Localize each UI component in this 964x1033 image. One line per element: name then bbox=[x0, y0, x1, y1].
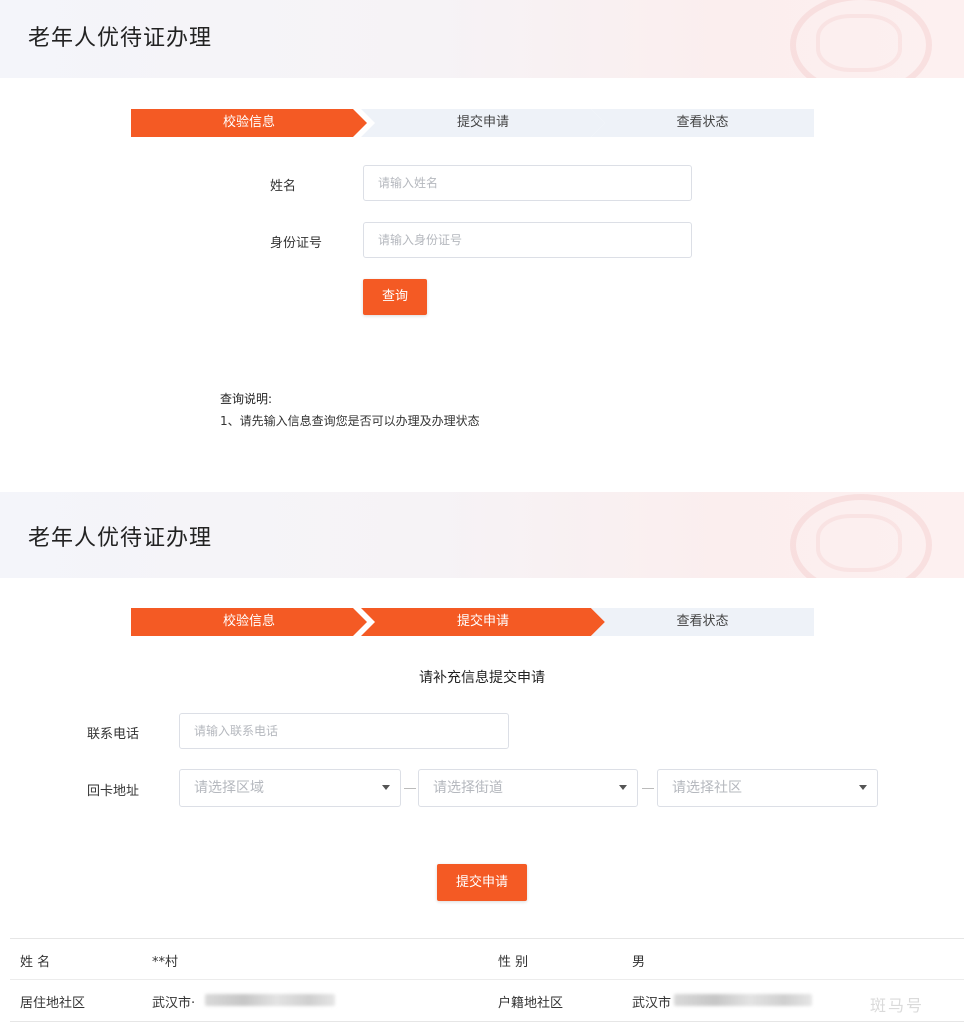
step-status: 查看状态 bbox=[591, 109, 814, 137]
page-banner: 老年人优待证办理 bbox=[0, 0, 964, 78]
id-number-label: 身份证号 bbox=[270, 236, 323, 251]
separator bbox=[404, 788, 416, 789]
street-select[interactable]: 请选择街道 bbox=[418, 769, 638, 807]
area-select-placeholder: 请选择区域 bbox=[194, 780, 264, 796]
id-number-input[interactable]: 请输入身份证号 bbox=[363, 222, 692, 258]
table-row: 姓 名 **村 性 别 男 bbox=[10, 939, 964, 980]
area-select[interactable]: 请选择区域 bbox=[179, 769, 401, 807]
redacted-blur bbox=[205, 994, 335, 1006]
household-header: 户籍地社区 bbox=[498, 996, 564, 1011]
verify-panel: 老年人优待证办理 校验信息 提交申请 查看状态 姓名 请输入姓名 身份证号 请输… bbox=[0, 0, 964, 480]
phone-input[interactable]: 请输入联系电话 bbox=[179, 713, 509, 749]
community-select-placeholder: 请选择社区 bbox=[672, 780, 742, 796]
step-bar: 校验信息 提交申请 查看状态 bbox=[131, 608, 814, 636]
gender-value: 男 bbox=[632, 955, 646, 970]
name-input[interactable]: 请输入姓名 bbox=[363, 165, 692, 201]
step-bar: 校验信息 提交申请 查看状态 bbox=[131, 109, 814, 137]
banner-emblem-icon bbox=[790, 0, 932, 78]
chevron-down-icon bbox=[859, 785, 867, 790]
gender-header: 性 别 bbox=[498, 955, 529, 970]
street-select-placeholder: 请选择街道 bbox=[433, 780, 503, 796]
query-note-text: 1、请先输入信息查询您是否可以办理及办理状态 bbox=[220, 414, 480, 428]
name-label: 姓名 bbox=[270, 179, 297, 194]
banner-emblem-icon bbox=[790, 494, 932, 578]
step-verify: 校验信息 bbox=[131, 109, 367, 137]
household-value: 武汉市 bbox=[632, 996, 672, 1011]
address-label: 回卡地址 bbox=[87, 784, 140, 799]
query-note-title: 查询说明: bbox=[220, 392, 273, 406]
chevron-down-icon bbox=[382, 785, 390, 790]
page-title: 老年人优待证办理 bbox=[28, 26, 213, 51]
table-row: 居住地社区 武汉市· 户籍地社区 武汉市 bbox=[10, 980, 964, 1020]
page-banner: 老年人优待证办理 bbox=[0, 492, 964, 578]
watermark: 斑马号 bbox=[870, 996, 925, 1015]
page-title: 老年人优待证办理 bbox=[28, 526, 213, 551]
step-submit: 提交申请 bbox=[361, 109, 605, 137]
query-button[interactable]: 查询 bbox=[363, 279, 427, 315]
name-value: **村 bbox=[152, 955, 179, 970]
applicant-info-table: 姓 名 **村 性 别 男 居住地社区 武汉市· 户籍地社区 武汉市 bbox=[10, 938, 964, 1022]
residence-header: 居住地社区 bbox=[20, 996, 86, 1011]
step-verify: 校验信息 bbox=[131, 608, 367, 636]
residence-value: 武汉市· bbox=[152, 996, 196, 1011]
chevron-down-icon bbox=[619, 785, 627, 790]
apply-heading: 请补充信息提交申请 bbox=[419, 670, 545, 686]
step-submit: 提交申请 bbox=[361, 608, 605, 636]
separator bbox=[642, 788, 654, 789]
submit-application-button[interactable]: 提交申请 bbox=[437, 864, 527, 901]
phone-label: 联系电话 bbox=[87, 727, 140, 742]
step-status: 查看状态 bbox=[591, 608, 814, 636]
name-header: 姓 名 bbox=[20, 955, 51, 970]
redacted-blur bbox=[674, 994, 812, 1006]
community-select[interactable]: 请选择社区 bbox=[657, 769, 878, 807]
